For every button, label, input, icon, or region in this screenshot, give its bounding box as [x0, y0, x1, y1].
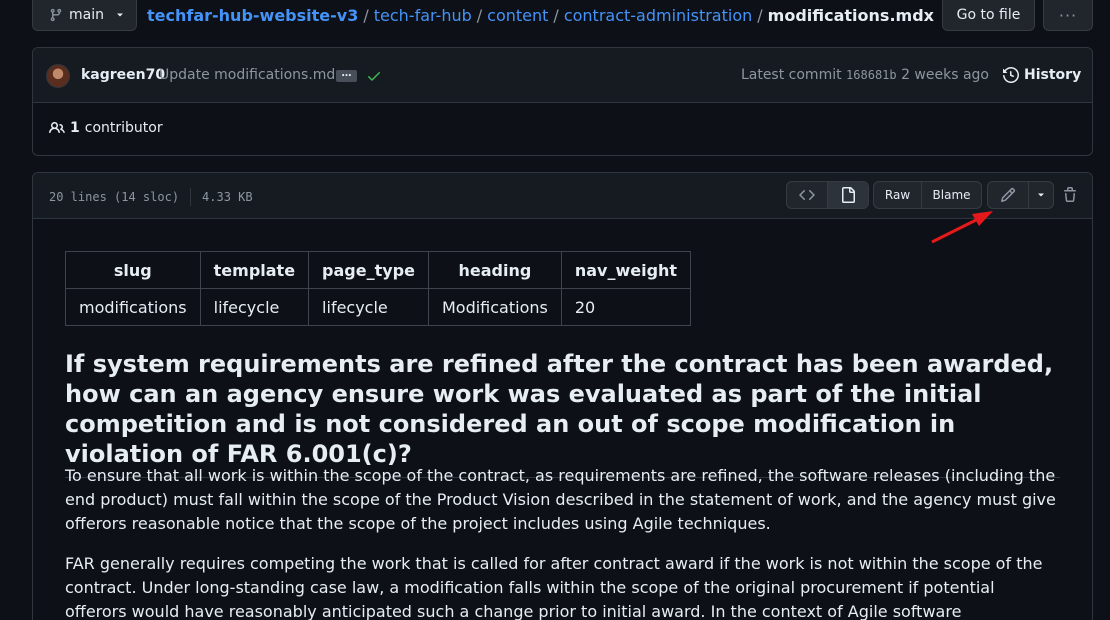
answer-paragraph: To ensure that all work is within the sc… — [65, 466, 1056, 533]
history-label: History — [1024, 67, 1082, 83]
raw-button[interactable]: Raw — [874, 182, 921, 208]
table-row: modifications lifecycle lifecycle Modifi… — [65, 288, 692, 326]
pencil-icon — [1000, 187, 1015, 203]
display-mode-toggle — [786, 181, 869, 209]
expand-commit-message-button[interactable]: … — [336, 69, 357, 82]
breadcrumb-separator: / — [553, 6, 559, 25]
commit-sha-link[interactable]: 168681b — [846, 68, 897, 82]
go-to-file-button[interactable]: Go to file — [942, 0, 1035, 31]
contributor-count: 1 — [70, 120, 80, 136]
latest-commit-info: Latest commit 168681b 2 weeks ago — [741, 67, 989, 83]
commit-author-link[interactable]: kagreen70 — [81, 67, 165, 83]
commit-row: kagreen70 Update modifications.mdx … Lat… — [33, 48, 1092, 103]
commit-time: 2 weeks ago — [901, 67, 989, 83]
history-link[interactable]: History — [1003, 67, 1081, 83]
file-line-count: 20 lines (14 sloc) — [49, 190, 180, 204]
breadcrumb-link-tech-far-hub[interactable]: tech-far-hub — [374, 6, 472, 25]
breadcrumb-repo-link[interactable]: techfar-hub-website-v3 — [147, 6, 358, 25]
file-info: 20 lines (14 sloc) 4.33 KB — [49, 188, 253, 206]
edit-options-dropdown[interactable] — [1027, 182, 1053, 208]
answer-paragraph: FAR generally requires competing the wor… — [65, 554, 1043, 620]
triangle-down-icon — [1037, 193, 1044, 197]
branch-name: main — [69, 7, 104, 23]
breadcrumb-current-file: modifications.mdx — [767, 6, 934, 25]
commit-message-link[interactable]: Update modifications.mdx — [159, 67, 344, 83]
file-icon — [842, 187, 855, 203]
contributors-row: 1 contributor — [33, 103, 1092, 156]
table-header-row: slug template page_type heading nav_weig… — [65, 251, 692, 289]
git-branch-icon — [50, 8, 62, 22]
latest-commit-box: kagreen70 Update modifications.mdx … Lat… — [32, 47, 1093, 156]
raw-blame-group: Raw Blame — [873, 181, 982, 209]
breadcrumb-link-content[interactable]: content — [487, 6, 548, 25]
breadcrumb-separator: / — [476, 6, 483, 25]
code-icon — [799, 189, 815, 201]
source-view-button[interactable] — [787, 182, 827, 208]
more-options-button[interactable]: ··· — [1043, 0, 1093, 31]
history-icon — [1003, 67, 1019, 83]
table-cell: Modifications — [427, 288, 562, 326]
table-header-cell: slug — [65, 251, 201, 289]
question-heading: If system requirements are refined after… — [65, 349, 1060, 478]
file-header: 20 lines (14 sloc) 4.33 KB Raw Blame — [33, 173, 1092, 219]
breadcrumb-separator: / — [363, 6, 369, 25]
check-icon[interactable] — [366, 68, 382, 84]
contributors-link[interactable]: 1 contributor — [49, 120, 163, 136]
frontmatter-table: slug template page_type heading nav_weig… — [65, 251, 692, 326]
table-cell: modifications — [65, 288, 201, 326]
table-cell: lifecycle — [308, 288, 429, 326]
table-header-cell: page_type — [308, 251, 429, 289]
kebab-horizontal-icon: ··· — [1058, 5, 1078, 25]
table-header-cell: heading — [427, 251, 562, 289]
people-icon — [49, 121, 65, 134]
branch-selector-button[interactable]: main — [32, 0, 137, 31]
avatar[interactable] — [46, 64, 70, 88]
blame-button[interactable]: Blame — [921, 182, 981, 208]
file-size: 4.33 KB — [202, 190, 253, 204]
trash-icon[interactable] — [1062, 187, 1078, 203]
rendered-view-button[interactable] — [827, 182, 868, 208]
table-header-cell: template — [199, 251, 310, 289]
table-cell: 20 — [560, 288, 692, 326]
contributor-label: contributor — [84, 120, 163, 136]
caret-down-icon — [116, 13, 123, 17]
divider — [190, 188, 192, 206]
edit-file-button[interactable] — [988, 182, 1028, 208]
breadcrumb-separator: / — [757, 6, 763, 25]
latest-commit-label: Latest commit — [740, 67, 842, 83]
file-viewer: 20 lines (14 sloc) 4.33 KB Raw Blame slu… — [32, 172, 1093, 620]
table-header-cell: nav_weight — [560, 251, 692, 289]
breadcrumb: techfar-hub-website-v3 / tech-far-hub / … — [147, 6, 934, 25]
breadcrumb-link-contract-administration[interactable]: contract-administration — [564, 6, 752, 25]
edit-group — [987, 181, 1054, 209]
table-cell: lifecycle — [199, 288, 310, 326]
